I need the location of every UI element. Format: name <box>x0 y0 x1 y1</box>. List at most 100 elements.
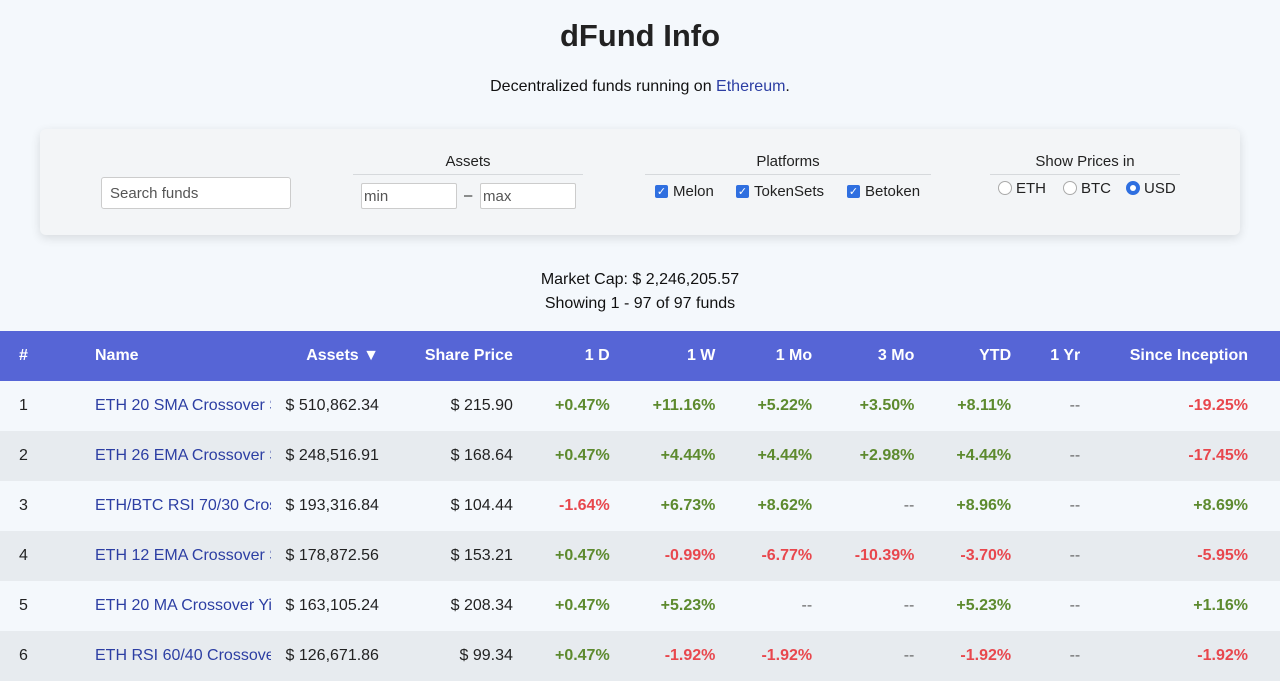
row-ytd: +8.96% <box>956 497 1012 514</box>
subtitle-text: Decentralized funds running on <box>490 78 717 95</box>
assets-filter-label: Assets <box>353 153 583 175</box>
row-ytd: +4.44% <box>956 447 1012 464</box>
assets-max-input[interactable] <box>480 183 576 209</box>
radio-icon <box>1063 181 1077 195</box>
subtitle-period: . <box>785 78 790 95</box>
row-mo3: -10.39% <box>854 547 915 564</box>
col-1w[interactable]: 1 W <box>642 331 748 381</box>
row-w1: +5.23% <box>660 597 716 614</box>
row-price: $ 168.64 <box>450 447 513 464</box>
row-mo1: -- <box>801 597 813 614</box>
fund-name-link[interactable]: ETH 26 EMA Crossover Set <box>95 447 271 465</box>
row-inception: -5.95% <box>1197 547 1248 564</box>
checkbox-checked-icon: ✓ <box>736 184 749 198</box>
row-w1: +11.16% <box>652 397 716 414</box>
row-rank: 1 <box>19 397 28 414</box>
row-mo1: +5.22% <box>757 397 813 414</box>
row-price: $ 104.44 <box>450 497 513 514</box>
market-cap: Market Cap: $ 2,246,205.57 <box>540 271 740 288</box>
platform-betoken-checkbox[interactable]: ✓ Betoken <box>847 182 920 200</box>
assets-min-input[interactable] <box>361 183 457 209</box>
currency-usd-radio[interactable]: USD <box>1126 179 1176 197</box>
row-name-cell: ETH/BTC RSI 70/30 Crossover Set <box>95 481 271 531</box>
currency-label: USD <box>1144 179 1176 197</box>
col-name[interactable]: Name <box>95 331 271 381</box>
platform-tokensets-checkbox[interactable]: ✓ TokenSets <box>736 182 824 200</box>
row-w1: +6.73% <box>660 497 716 514</box>
row-assets: $ 178,872.56 <box>285 547 379 564</box>
row-mo1: +4.44% <box>757 447 813 464</box>
col-1d[interactable]: 1 D <box>545 331 642 381</box>
funds-table: # Name Assets ▼ Share Price 1 D 1 W 1 Mo… <box>0 331 1280 681</box>
fund-name-link[interactable]: ETH/BTC RSI 70/30 Crossover Set <box>95 497 271 515</box>
row-rank: 5 <box>19 597 28 614</box>
col-3mo[interactable]: 3 Mo <box>844 331 946 381</box>
table-row[interactable]: 6 ETH RSI 60/40 Crossover Set $ 126,671.86… <box>0 631 1280 681</box>
fund-name-link[interactable]: ETH RSI 60/40 Crossover Set <box>95 647 271 665</box>
row-yr1: -- <box>1069 397 1081 414</box>
checkbox-checked-icon: ✓ <box>847 184 860 198</box>
row-mo3: -- <box>903 597 915 614</box>
row-name-cell: ETH RSI 60/40 Crossover Set <box>95 631 271 681</box>
currency-label: ETH <box>1016 179 1046 197</box>
row-price: $ 99.34 <box>459 647 513 664</box>
platform-label: Melon <box>673 182 714 200</box>
row-inception: +8.69% <box>1193 497 1248 514</box>
page-title: dFund Info <box>559 18 721 53</box>
row-name-cell: ETH 12 EMA Crossover Set <box>95 531 271 581</box>
fund-name-link[interactable]: ETH 12 EMA Crossover Set <box>95 547 271 565</box>
row-ytd: +5.23% <box>956 597 1012 614</box>
row-inception: +1.16% <box>1193 597 1248 614</box>
row-mo3: +3.50% <box>859 397 915 414</box>
prices-filter-label: Show Prices in <box>990 153 1180 175</box>
col-share-price[interactable]: Share Price <box>411 331 545 381</box>
row-yr1: -- <box>1069 497 1081 514</box>
row-inception: -1.92% <box>1197 647 1248 664</box>
currency-eth-radio[interactable]: ETH <box>998 179 1046 197</box>
table-row[interactable]: 5 ETH 20 MA Crossover Yield Set $ 163,105.… <box>0 581 1280 631</box>
row-price: $ 215.90 <box>450 397 513 414</box>
radio-icon <box>998 181 1012 195</box>
row-assets: $ 163,105.24 <box>285 597 379 614</box>
row-d1: +0.47% <box>554 447 610 464</box>
radio-selected-icon <box>1126 181 1140 195</box>
search-input[interactable] <box>101 177 291 209</box>
col-rank[interactable]: # <box>0 331 95 381</box>
col-since-inception[interactable]: Since Inception <box>1112 331 1280 381</box>
platform-melon-checkbox[interactable]: ✓ Melon <box>655 182 714 200</box>
ethereum-link[interactable]: Ethereum <box>716 78 785 95</box>
row-mo3: +2.98% <box>859 447 915 464</box>
checkbox-checked-icon: ✓ <box>655 184 668 198</box>
table-row[interactable]: 2 ETH 26 EMA Crossover Set $ 248,516.91 $ 1… <box>0 431 1280 481</box>
col-ytd[interactable]: YTD <box>946 331 1043 381</box>
row-assets: $ 193,316.84 <box>285 497 379 514</box>
row-yr1: -- <box>1069 547 1081 564</box>
row-rank: 6 <box>19 647 28 664</box>
row-ytd: -3.70% <box>960 547 1012 564</box>
platforms-filter-label: Platforms <box>645 153 931 175</box>
table-row[interactable]: 1 ETH 20 SMA Crossover Set $ 510,862.34 $ 2… <box>0 381 1280 431</box>
row-assets: $ 510,862.34 <box>285 397 379 414</box>
row-w1: -1.92% <box>664 647 716 664</box>
col-1mo[interactable]: 1 Mo <box>747 331 844 381</box>
filter-panel: Assets – Platforms ✓ Melon ✓ TokenSets ✓ Be… <box>40 129 1240 235</box>
row-rank: 3 <box>19 497 28 514</box>
row-inception: -19.25% <box>1188 397 1248 414</box>
col-assets[interactable]: Assets ▼ <box>271 331 411 381</box>
row-yr1: -- <box>1069 647 1081 664</box>
row-mo3: -- <box>903 497 915 514</box>
table-row[interactable]: 3 ETH/BTC RSI 70/30 Crossover Set $ 193,31… <box>0 481 1280 531</box>
row-price: $ 153.21 <box>450 547 513 564</box>
table-header-row: # Name Assets ▼ Share Price 1 D 1 W 1 Mo… <box>0 331 1280 381</box>
row-w1: +4.44% <box>660 447 716 464</box>
row-name-cell: ETH 26 EMA Crossover Set <box>95 431 271 481</box>
fund-name-link[interactable]: ETH 20 SMA Crossover Set <box>95 397 271 415</box>
row-d1: -1.64% <box>558 497 610 514</box>
row-mo1: +8.62% <box>757 497 813 514</box>
col-1yr[interactable]: 1 Yr <box>1043 331 1112 381</box>
row-yr1: -- <box>1069 597 1081 614</box>
row-inception: -17.45% <box>1188 447 1248 464</box>
table-row[interactable]: 4 ETH 12 EMA Crossover Set $ 178,872.56 $ 1… <box>0 531 1280 581</box>
fund-name-link[interactable]: ETH 20 MA Crossover Yield Set <box>95 597 271 615</box>
currency-btc-radio[interactable]: BTC <box>1063 179 1111 197</box>
